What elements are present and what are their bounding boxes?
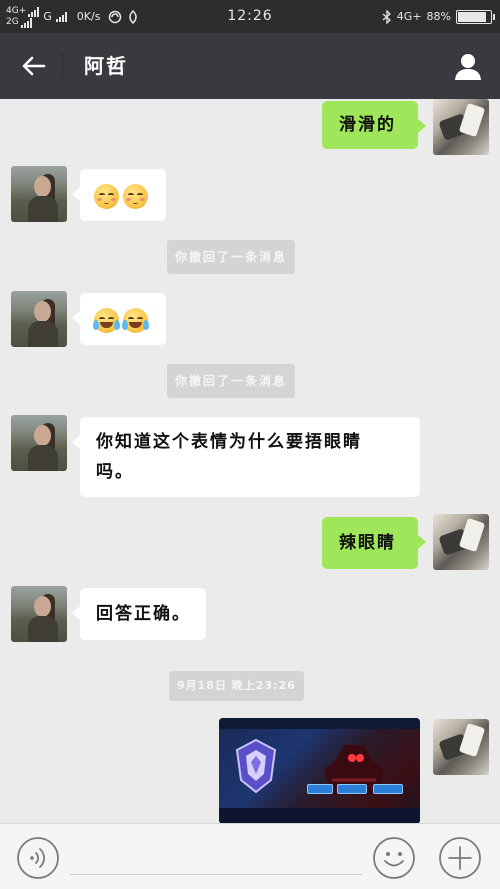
right-network: 4G+: [396, 10, 422, 23]
sim1-network: 4G+: [6, 5, 27, 16]
network-speed: 0K/s: [76, 10, 101, 23]
blushing-face-emoji: [94, 183, 119, 209]
avatar-self[interactable]: [433, 99, 489, 155]
blushing-face-emoji: [123, 183, 148, 209]
message-bubble-outgoing[interactable]: 滑滑的: [322, 101, 426, 149]
message-text: 辣眼睛: [339, 533, 396, 553]
sim2-network: G: [43, 10, 52, 23]
game-screenshot-image[interactable]: [219, 718, 420, 824]
battery-icon: [456, 9, 495, 24]
chat-title: 阿哲: [84, 54, 128, 78]
sim1-subnetwork: 2G: [6, 16, 19, 27]
system-message: 你撤回了一条消息: [167, 240, 296, 274]
signal-icon: [55, 11, 67, 22]
emoji-icon[interactable]: [372, 836, 416, 880]
status-right: 4G+ 88%: [382, 0, 495, 33]
signal-icon: [20, 17, 32, 28]
tears-of-joy-emoji: [122, 307, 149, 333]
message-bubble-incoming[interactable]: [72, 293, 166, 345]
avatar-contact[interactable]: [11, 166, 67, 222]
message-text-line: 吗。: [96, 462, 134, 482]
voice-icon[interactable]: [16, 836, 60, 880]
message-bubble-incoming[interactable]: 你知道这个表情为什么要捂眼睛 吗。: [72, 417, 420, 497]
app-notification-icon: [129, 9, 138, 24]
avatar-self[interactable]: [433, 719, 489, 775]
tears-of-joy-emoji: [93, 307, 120, 333]
message-bubble-incoming[interactable]: [72, 169, 166, 221]
system-message: 你撤回了一条消息: [167, 364, 296, 398]
signal-icon: [28, 6, 40, 17]
status-left: 4G+ 2G G 0K/s: [6, 0, 140, 33]
battery-percent: 88%: [426, 10, 451, 23]
chat-messages[interactable]: 滑滑的 你撤回了一条消息 你撤回了一条消息 你知道这个表情为什么要捂眼睛 吗。 …: [0, 99, 500, 823]
chat-header: 阿哲: [0, 33, 500, 99]
plus-icon[interactable]: [438, 836, 482, 880]
avatar-contact[interactable]: [11, 586, 67, 642]
person-icon[interactable]: [452, 50, 484, 82]
header-divider: [62, 53, 63, 79]
arrow-left-icon[interactable]: [18, 50, 50, 82]
input-bar: [0, 823, 500, 889]
message-text-line: 你知道这个表情为什么要捂眼睛: [96, 432, 362, 452]
avatar-self[interactable]: [433, 514, 489, 570]
message-text: 滑滑的: [339, 115, 396, 135]
timestamp: 9月18日 晚上23:26: [169, 671, 304, 701]
avatar-contact[interactable]: [11, 291, 67, 347]
rank-badge-icon: [235, 738, 277, 794]
message-input[interactable]: [70, 874, 362, 875]
status-bar: 4G+ 2G G 0K/s 12:26 4G+ 88%: [0, 0, 500, 33]
bluetooth-icon: [382, 9, 391, 24]
notification-icon: [109, 10, 122, 23]
avatar-contact[interactable]: [11, 415, 67, 471]
message-bubble-incoming[interactable]: 回答正确。: [72, 588, 206, 640]
message-text: 回答正确。: [96, 604, 191, 624]
message-bubble-outgoing[interactable]: 辣眼睛: [322, 517, 426, 569]
